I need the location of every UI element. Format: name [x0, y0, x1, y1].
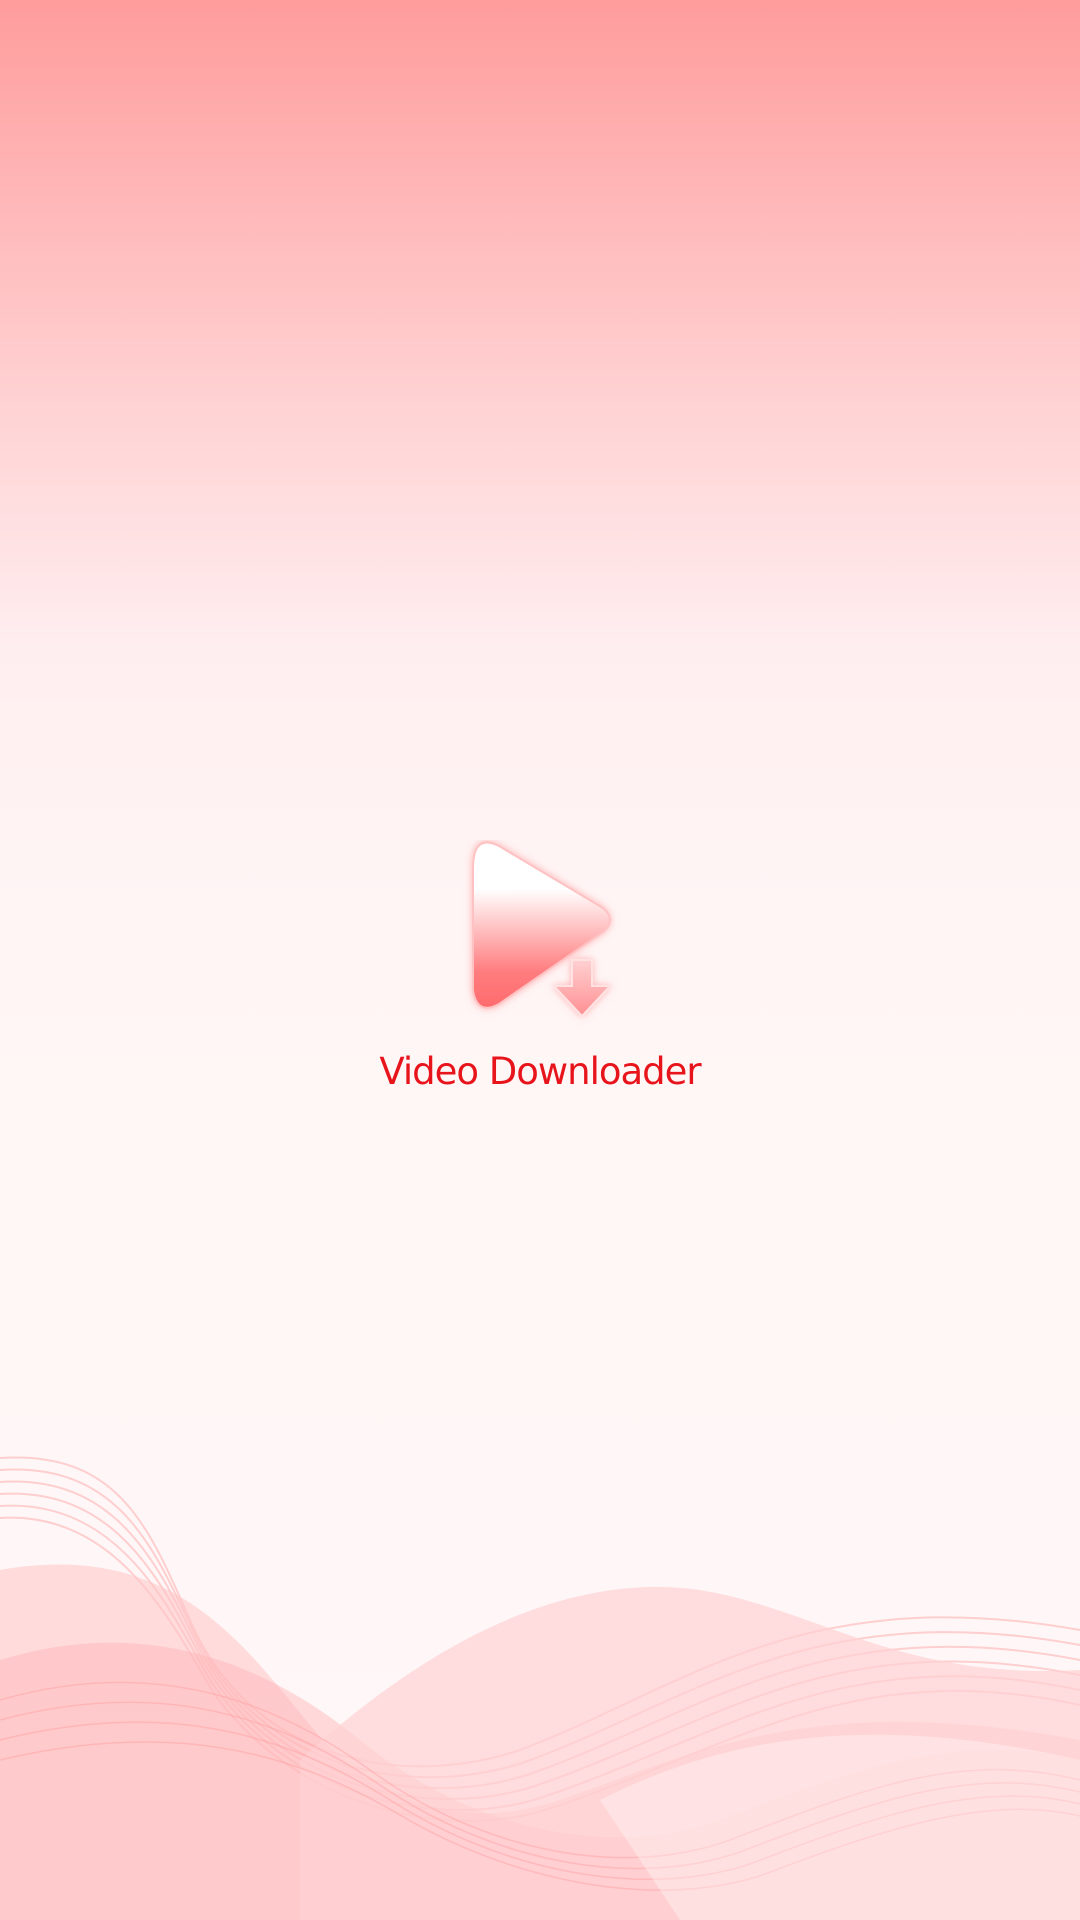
wave-decoration [0, 1456, 1080, 1920]
splash-screen: Video Downloader [0, 0, 1080, 1920]
app-title: Video Downloader [379, 1050, 701, 1093]
play-download-icon [472, 841, 613, 1018]
